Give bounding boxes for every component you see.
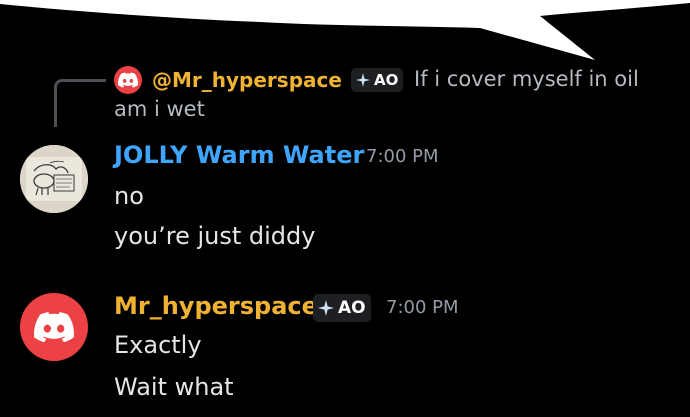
tag-label: AO xyxy=(338,298,366,318)
reply-connector-line xyxy=(54,79,106,127)
avatar-mr-hyperspace[interactable] xyxy=(20,293,88,361)
reply-message-preview[interactable]: If i cover myself in oil am i wet xyxy=(114,64,644,124)
server-tag[interactable]: AO xyxy=(313,294,371,322)
hand-drawn-sketch-avatar xyxy=(20,145,88,213)
avatar-jolly[interactable] xyxy=(20,145,88,213)
message-line[interactable]: no xyxy=(114,180,144,212)
discord-logo-icon xyxy=(34,312,74,342)
message-line[interactable]: Exactly xyxy=(114,329,202,361)
message-line[interactable]: Wait what xyxy=(114,371,234,403)
message-timestamp: 7:00 PM xyxy=(366,146,439,167)
message-line[interactable]: you’re just diddy xyxy=(114,220,315,252)
sparkle-icon xyxy=(318,300,334,316)
message-timestamp: 7:00 PM xyxy=(386,297,459,318)
username-jolly[interactable]: JOLLY Warm Water xyxy=(114,139,364,171)
username-mr-hyperspace[interactable]: Mr_hyperspace xyxy=(114,290,318,322)
